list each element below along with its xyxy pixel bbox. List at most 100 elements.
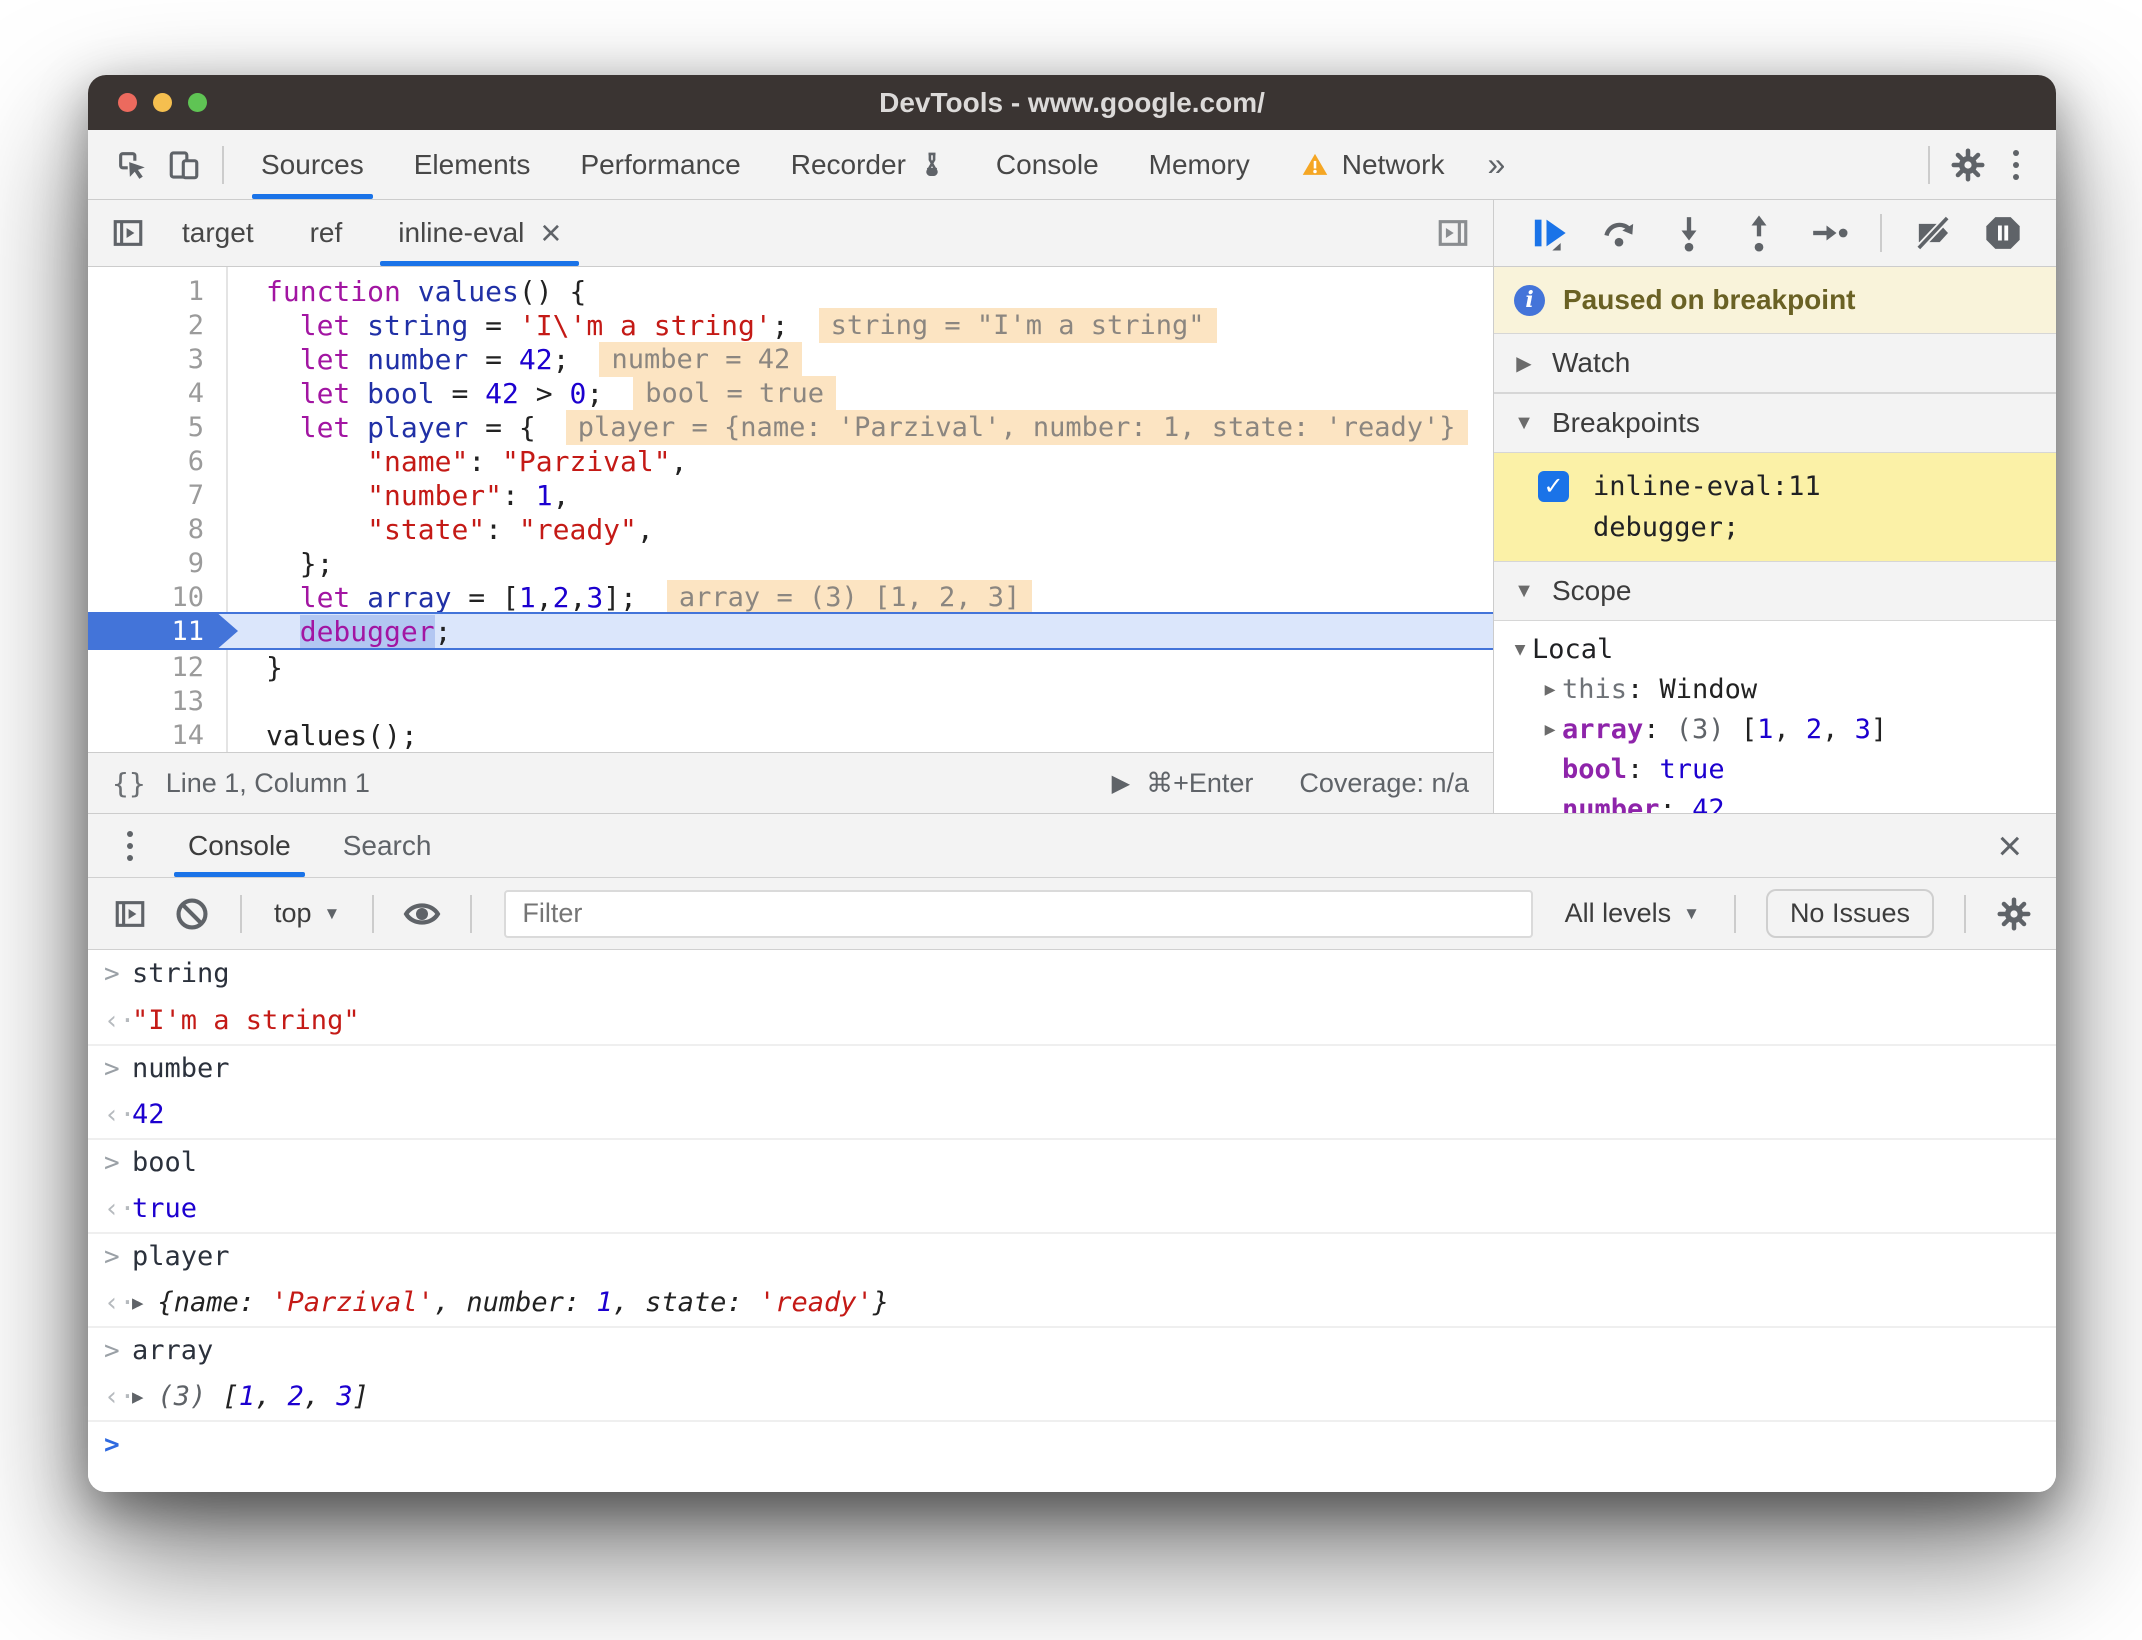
issues-counter-button[interactable]: No Issues: [1765, 889, 1934, 938]
close-drawer-icon[interactable]: ×: [1983, 824, 2036, 867]
code-line[interactable]: 13: [88, 684, 1493, 718]
pretty-print-icon[interactable]: {}: [112, 767, 146, 800]
clear-console-icon[interactable]: [166, 888, 218, 940]
console-result-row[interactable]: ‹· 42: [88, 1091, 2056, 1138]
console-result-row[interactable]: ‹· ▶ (3) [1, 2, 3]: [88, 1373, 2056, 1420]
line-number[interactable]: 1: [88, 276, 226, 307]
code-line-paused[interactable]: 11 debugger;: [88, 612, 1493, 650]
scope-entry-number[interactable]: number: 42: [1494, 789, 2056, 814]
drawer-tab-search[interactable]: Search: [317, 814, 458, 877]
line-number[interactable]: 5: [88, 412, 226, 443]
scope-entry-this[interactable]: ▶ this: Window: [1494, 669, 2056, 709]
more-panels-icon[interactable]: »: [1469, 146, 1523, 183]
panel-tab-sources[interactable]: Sources: [236, 130, 389, 199]
scope-entry-array[interactable]: ▶ array: (3) [1, 2, 3]: [1494, 709, 2056, 749]
code-line[interactable]: 9 };: [88, 546, 1493, 580]
breakpoint-checkbox[interactable]: ✓: [1538, 470, 1569, 502]
line-number[interactable]: 14: [88, 720, 226, 751]
console-input-row[interactable]: > bool: [88, 1138, 2056, 1185]
breakpoints-section-header[interactable]: ▼ Breakpoints: [1494, 393, 2056, 453]
line-number[interactable]: 13: [88, 686, 226, 717]
resume-script-button[interactable]: [1518, 207, 1580, 259]
code-line[interactable]: 2 let string = 'I\'m a string'; string = …: [88, 307, 1493, 343]
deactivate-breakpoints-button[interactable]: [1902, 207, 1964, 259]
line-number[interactable]: 2: [88, 310, 226, 341]
settings-gear-icon[interactable]: [1942, 139, 1994, 191]
console-input-row[interactable]: > string: [88, 950, 2056, 997]
code-line[interactable]: 3 let number = 42; number = 42: [88, 341, 1493, 377]
line-number[interactable]: 7: [88, 480, 226, 511]
line-number[interactable]: 4: [88, 378, 226, 409]
file-tab-inline-eval[interactable]: inline-eval ×: [370, 200, 589, 266]
step-out-button[interactable]: [1728, 207, 1790, 259]
scope-section-header[interactable]: ▼ Scope: [1494, 561, 2056, 621]
panel-tab-performance[interactable]: Performance: [555, 130, 765, 199]
context-selector[interactable]: top ▼: [264, 898, 350, 929]
toggle-debugger-sidebar-icon[interactable]: [1427, 207, 1479, 259]
panel-tab-elements[interactable]: Elements: [389, 130, 556, 199]
file-tab-target[interactable]: target: [154, 200, 282, 266]
console-result-row[interactable]: ‹· true: [88, 1185, 2056, 1232]
log-levels-dropdown[interactable]: All levels ▼: [1553, 898, 1712, 929]
code-line[interactable]: 14 values();: [88, 718, 1493, 752]
pause-on-exceptions-button[interactable]: [1972, 207, 2034, 259]
step-over-button[interactable]: [1588, 207, 1650, 259]
expand-triangle-icon[interactable]: ▶: [132, 1292, 143, 1314]
line-number[interactable]: 9: [88, 548, 226, 579]
console-input-text: number: [132, 1053, 230, 1084]
console-input-row[interactable]: > number: [88, 1044, 2056, 1091]
line-number[interactable]: 10: [88, 582, 226, 613]
drawer-tab-console[interactable]: Console: [162, 814, 317, 877]
console-prompt-chevron-icon[interactable]: >: [88, 1430, 132, 1460]
code-line[interactable]: 5 let player = {player = {name: 'Parziva…: [88, 409, 1493, 445]
line-number[interactable]: 6: [88, 446, 226, 477]
expand-triangle-icon[interactable]: ▶: [132, 1386, 143, 1408]
zoom-window-button[interactable]: [188, 93, 207, 112]
filter-input[interactable]: [504, 889, 1533, 938]
console-result-row[interactable]: ‹· "I'm a string": [88, 997, 2056, 1044]
breakpoint-entry[interactable]: ✓ inline-eval:11 debugger;: [1494, 453, 2056, 561]
console-input-row[interactable]: > player: [88, 1232, 2056, 1279]
minimize-window-button[interactable]: [153, 93, 172, 112]
code-line[interactable]: 1 function values() {: [88, 274, 1493, 308]
code-line[interactable]: 10 let array = [1,2,3]; array = (3) [1, 2…: [88, 579, 1493, 615]
scope-local-row[interactable]: ▼ Local: [1494, 629, 2056, 669]
close-window-button[interactable]: [118, 93, 137, 112]
inspect-element-icon[interactable]: [106, 139, 158, 191]
scope-entry-bool[interactable]: bool: true: [1494, 749, 2056, 789]
panel-tab-recorder[interactable]: Recorder: [766, 130, 971, 199]
show-navigator-icon[interactable]: [102, 207, 154, 259]
device-toolbar-icon[interactable]: [158, 139, 210, 191]
panel-tab-memory[interactable]: Memory: [1124, 130, 1275, 199]
panel-tab-console[interactable]: Console: [971, 130, 1124, 199]
code-line[interactable]: 6 "name": "Parzival",: [88, 444, 1493, 478]
close-file-tab-icon[interactable]: ×: [540, 215, 561, 251]
debugger-divider: [1880, 214, 1882, 252]
line-number[interactable]: 3: [88, 344, 226, 375]
drawer-menu-kebab-icon[interactable]: [108, 830, 152, 861]
code-area[interactable]: 1 function values() {2 let string = 'I\'m…: [88, 267, 1493, 752]
console-output[interactable]: > string ‹· "I'm a string" > number ‹· 42 > bool ‹…: [88, 950, 2056, 1492]
show-console-sidebar-icon[interactable]: [104, 888, 156, 940]
line-number[interactable]: 8: [88, 514, 226, 545]
console-settings-gear-icon[interactable]: [1988, 888, 2040, 940]
console-toolbar-divider: [470, 894, 473, 933]
code-line[interactable]: 12}: [88, 650, 1493, 684]
console-result-row[interactable]: ‹· ▶ {name: 'Parzival', number: 1, state: …: [88, 1279, 2056, 1326]
code-line[interactable]: 4 let bool = 42 > 0; bool = true: [88, 375, 1493, 411]
line-number[interactable]: 11: [88, 614, 238, 648]
panel-tab-network[interactable]: Network: [1275, 130, 1470, 199]
code-line[interactable]: 7 "number": 1,: [88, 478, 1493, 512]
code-text: "number": 1,: [367, 478, 570, 512]
more-options-kebab-icon[interactable]: [1994, 149, 2038, 180]
step-button[interactable]: [1798, 207, 1860, 259]
panel-tab-label: Console: [995, 148, 1099, 180]
live-expression-eye-icon[interactable]: [396, 888, 448, 940]
step-into-button[interactable]: [1658, 207, 1720, 259]
console-input-row[interactable]: > array: [88, 1326, 2056, 1373]
line-number[interactable]: 12: [88, 652, 226, 683]
code-line[interactable]: 8 "state": "ready",: [88, 512, 1493, 546]
watch-section-header[interactable]: ▶ Watch: [1494, 333, 2056, 393]
file-tab-ref[interactable]: ref: [282, 200, 371, 266]
console-prompt-row[interactable]: >: [88, 1420, 2056, 1467]
